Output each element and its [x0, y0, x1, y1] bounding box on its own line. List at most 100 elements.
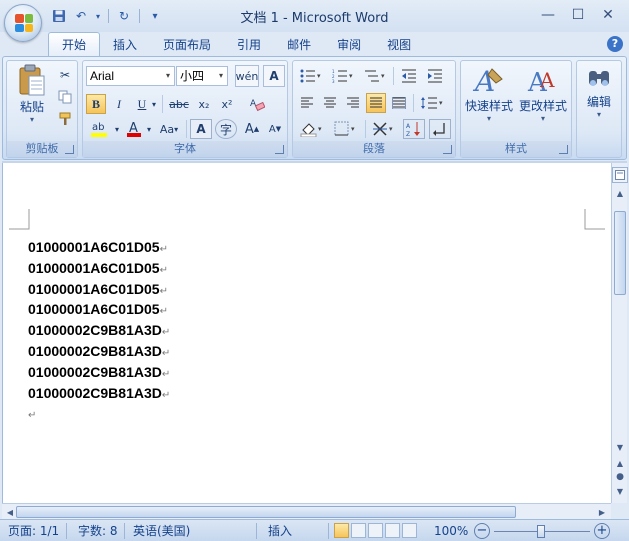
svg-text:Z: Z: [406, 131, 410, 137]
font-launcher-icon[interactable]: [275, 145, 284, 154]
font-size-select[interactable]: 小四 ▾: [176, 66, 228, 86]
font-color-button[interactable]: A: [124, 119, 144, 139]
text-line: 01000001A6C01D05↵: [28, 259, 168, 276]
distributed-align-icon[interactable]: [389, 93, 409, 113]
editing-group: 编辑 ▾: [576, 60, 622, 158]
styles-group-label: 样式: [461, 141, 571, 157]
decrease-indent-icon[interactable]: [397, 66, 421, 86]
format-painter-icon[interactable]: [55, 109, 75, 129]
justify-icon[interactable]: [366, 93, 386, 113]
multilevel-list-icon[interactable]: ▾: [361, 66, 389, 86]
word-count[interactable]: 字数: 8: [78, 523, 118, 539]
page-count[interactable]: 页面: 1/1: [8, 523, 59, 539]
ruler-toggle-icon[interactable]: [612, 167, 628, 183]
insert-mode-indicator[interactable]: 插入: [268, 523, 292, 539]
sort-icon[interactable]: AZ: [403, 119, 425, 139]
print-layout-view-icon[interactable]: [334, 523, 349, 538]
underline-dropdown-icon[interactable]: ▾: [149, 94, 159, 114]
phonetic-guide-icon[interactable]: wén: [235, 65, 259, 87]
document-text[interactable]: 01000001A6C01D05↵ 01000001A6C01D05↵ 0100…: [28, 237, 170, 424]
clear-format-icon[interactable]: A: [245, 93, 269, 115]
increase-indent-icon[interactable]: [423, 66, 447, 86]
font-color-dropdown-icon[interactable]: ▾: [144, 119, 154, 139]
italic-button[interactable]: I: [109, 94, 129, 114]
scroll-right-icon[interactable]: ▶: [594, 504, 610, 520]
line-spacing-icon[interactable]: ▾: [417, 93, 447, 113]
bold-button[interactable]: B: [86, 94, 106, 114]
text-line: 01000001A6C01D05↵: [28, 239, 168, 255]
vertical-scroll-thumb[interactable]: [614, 211, 626, 295]
styles-group: A 快速样式 ▾ AA 更改样式 ▾ 样式: [460, 60, 572, 158]
svg-text:▾: ▾: [439, 99, 443, 107]
strikethrough-button[interactable]: abc: [166, 94, 192, 114]
align-left-icon[interactable]: [297, 93, 317, 113]
office-logo-icon: [15, 14, 33, 32]
tab-view[interactable]: 视图: [374, 34, 424, 56]
svg-text:▾: ▾: [318, 125, 322, 133]
web-layout-view-icon[interactable]: [368, 523, 383, 538]
shading-icon[interactable]: ▾: [297, 119, 327, 139]
outline-view-icon[interactable]: [385, 523, 400, 538]
view-buttons: [334, 523, 417, 539]
subscript-button[interactable]: x₂: [194, 94, 214, 114]
vertical-scrollbar[interactable]: ▲ ▼ ▲ ● ▼: [611, 163, 628, 503]
change-styles-button[interactable]: AA 更改样式 ▾: [517, 65, 569, 123]
char-border-icon[interactable]: A: [263, 65, 285, 87]
clipboard-launcher-icon[interactable]: [65, 145, 74, 154]
align-center-icon[interactable]: [320, 93, 340, 113]
styles-launcher-icon[interactable]: [559, 145, 568, 154]
minimize-button[interactable]: —: [533, 4, 563, 26]
zoom-in-icon[interactable]: +: [594, 523, 610, 539]
paragraph-launcher-icon[interactable]: [443, 145, 452, 154]
font-name-select[interactable]: Arial ▾: [86, 66, 175, 86]
tab-mailings[interactable]: 邮件: [274, 34, 324, 56]
tab-references[interactable]: 引用: [224, 34, 274, 56]
enclose-characters-button[interactable]: 字: [215, 119, 237, 139]
tab-insert[interactable]: 插入: [100, 34, 150, 56]
tab-home[interactable]: 开始: [48, 32, 101, 56]
show-formatting-marks-icon[interactable]: [429, 119, 451, 139]
shrink-font-button[interactable]: A ▼: [264, 119, 286, 139]
quick-styles-button[interactable]: A 快速样式 ▾: [463, 65, 515, 123]
superscript-button[interactable]: x²: [217, 94, 237, 114]
scroll-down-icon[interactable]: ▼: [612, 439, 628, 455]
change-case-button[interactable]: Aa ▾: [155, 119, 183, 139]
svg-text:▾: ▾: [389, 125, 393, 133]
full-screen-reading-view-icon[interactable]: [351, 523, 366, 538]
grow-font-button[interactable]: A ▲: [241, 119, 263, 139]
numbering-icon[interactable]: 1 2 3 ▾: [329, 66, 357, 86]
horizontal-scrollbar[interactable]: ◀ ▶: [2, 503, 611, 519]
language-indicator[interactable]: 英语(美国): [133, 523, 190, 539]
zoom-level[interactable]: 100%: [434, 523, 468, 539]
zoom-out-icon[interactable]: −: [474, 523, 490, 539]
highlight-color-button[interactable]: ab: [86, 119, 112, 139]
zoom-slider[interactable]: [494, 523, 590, 539]
tab-page-layout[interactable]: 页面布局: [150, 34, 224, 56]
help-icon[interactable]: ?: [607, 36, 623, 52]
paste-button[interactable]: 粘贴 ▾: [11, 64, 53, 124]
status-bar: 页面: 1/1 字数: 8 英语(美国) 插入 100% − +: [0, 519, 629, 541]
text-line: 01000002C9B81A3D↵: [28, 342, 171, 359]
cut-icon[interactable]: ✂: [55, 65, 75, 85]
maximize-button[interactable]: ☐: [563, 4, 593, 26]
paste-icon: [19, 64, 45, 96]
draft-view-icon[interactable]: [402, 523, 417, 538]
editing-button[interactable]: 编辑 ▾: [580, 65, 618, 119]
next-page-icon[interactable]: ▼: [612, 483, 628, 499]
align-right-icon[interactable]: [343, 93, 363, 113]
copy-icon[interactable]: [55, 87, 75, 107]
scroll-up-icon[interactable]: ▲: [612, 185, 628, 201]
close-button[interactable]: ✕: [593, 4, 623, 26]
office-button[interactable]: [4, 4, 42, 42]
svg-text:A: A: [539, 68, 555, 92]
horizontal-scroll-thumb[interactable]: [16, 506, 516, 518]
chinese-layout-icon[interactable]: ▾: [369, 119, 399, 139]
character-shading-button[interactable]: A: [190, 119, 212, 139]
zoom-slider-thumb[interactable]: [537, 525, 545, 538]
tab-review[interactable]: 审阅: [324, 34, 374, 56]
paragraph-group: ▾ 1 2 3 ▾ ▾ ▾ ▾ ▾ ▾ A Z 段落: [292, 60, 456, 158]
borders-icon[interactable]: ▾: [331, 119, 361, 139]
binoculars-icon: [589, 71, 609, 86]
highlight-dropdown-icon[interactable]: ▾: [112, 119, 122, 139]
bullets-icon[interactable]: ▾: [297, 66, 325, 86]
